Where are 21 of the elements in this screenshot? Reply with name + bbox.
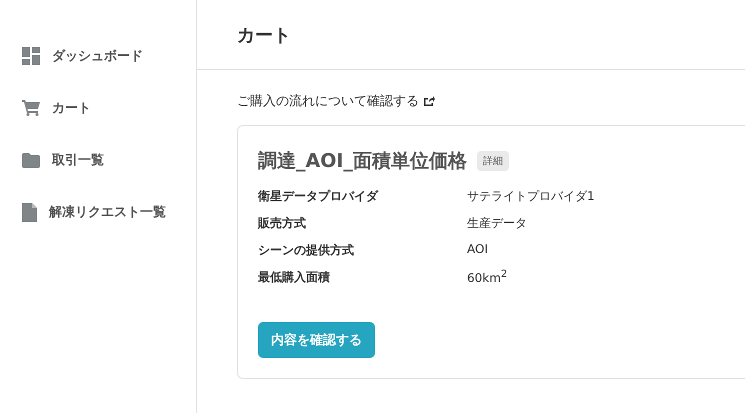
field-value: サテライトプロバイダ1 xyxy=(467,188,596,205)
dashboard-icon xyxy=(22,47,40,65)
document-icon xyxy=(22,202,37,222)
details-button[interactable]: 詳細 xyxy=(476,151,509,171)
sidebar-item[interactable]: 解凍リクエスト一覧 xyxy=(0,186,196,238)
page-title: カート xyxy=(237,24,291,46)
product-title: 調達_AOI_面積単位価格 xyxy=(258,149,467,174)
field-value: 生産データ xyxy=(467,215,528,232)
field-label: 販売方式 xyxy=(258,215,307,232)
sidebar-item[interactable]: ダッシュボード xyxy=(0,30,196,82)
sidebar-item[interactable]: カート xyxy=(0,82,196,134)
sidebar-item[interactable]: 取引一覧 xyxy=(0,134,196,186)
cart-icon xyxy=(22,100,40,116)
external-link-icon xyxy=(423,95,435,107)
guide-link[interactable]: ご購入の流れについて確認する xyxy=(237,92,419,110)
field-label: シーンの提供方式 xyxy=(258,242,355,259)
field-label: 最低購入面積 xyxy=(258,269,331,286)
field-value: AOI xyxy=(467,242,489,258)
folder-icon xyxy=(22,152,40,168)
field-label: 衛星データプロバイダ xyxy=(258,188,380,205)
field-value: 60km$^{2}$ xyxy=(467,269,508,286)
